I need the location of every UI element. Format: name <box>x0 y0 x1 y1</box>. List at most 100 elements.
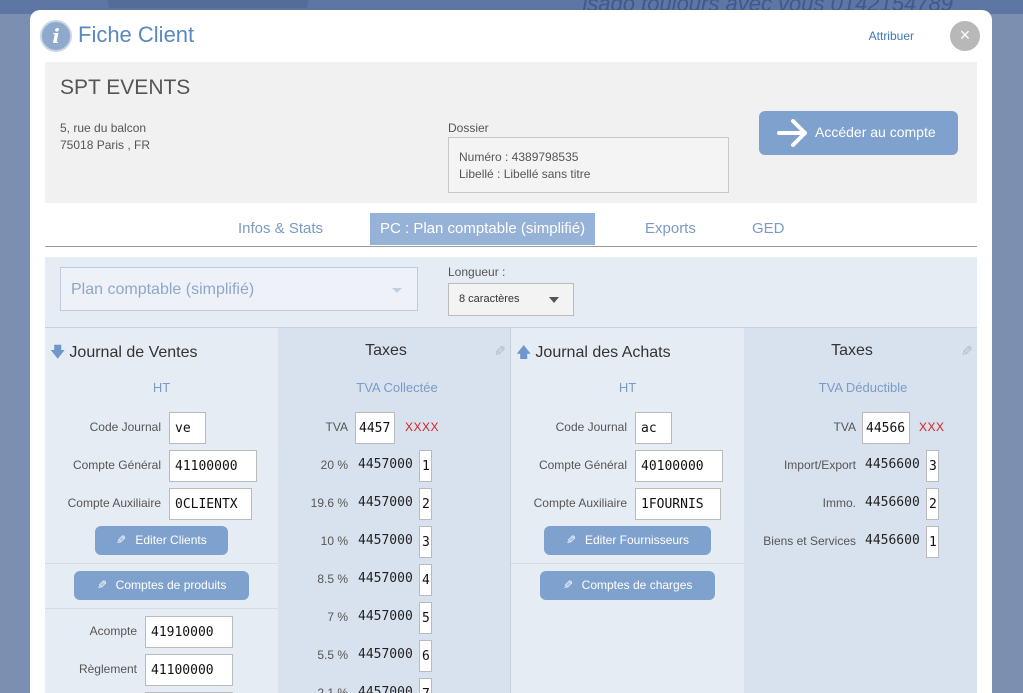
longueur-value: 8 caractères <box>459 293 520 305</box>
achats-title: 🡅 Journal des Achats <box>516 342 671 367</box>
tax-account-prefix: 4457000 <box>358 533 413 548</box>
tax-rate-row: Import/Export 4456600 3 <box>744 450 977 482</box>
comptes-charges-button[interactable]: ✎ Comptes de charges <box>540 571 715 600</box>
tax-rate-label: Import/Export <box>783 458 856 472</box>
tax-rate-row: 8.5 % 4457000 4 <box>278 564 510 596</box>
client-address: 5, rue du balcon 75018 Paris , FR <box>60 120 150 154</box>
tax-rate-row: 2.1 % 4457000 7 <box>278 678 510 693</box>
tax-rate-label: Immo. <box>822 496 856 510</box>
acompte-row: Acompte 41910000 <box>45 616 278 648</box>
pencil-icon: ✎ <box>96 578 107 592</box>
editer-fournisseurs-button[interactable]: ✎ Editer Fournisseurs <box>544 526 711 555</box>
tax-account-digit-input[interactable]: 5 <box>419 602 432 634</box>
dossier-libelle: Libellé : Libellé sans titre <box>459 167 591 181</box>
tab-plan-comptable[interactable]: PC : Plan comptable (simplifié) <box>370 213 596 245</box>
tax-rate-row: Immo. 4456600 2 <box>744 488 977 520</box>
tva-row: TVA 4457 XXXX <box>278 412 510 444</box>
code-journal-row: Code Journal ve <box>45 412 278 444</box>
compte-auxiliaire-row: Compte Auxiliaire 1FOURNIS <box>511 488 744 520</box>
tva-suffix: XXXX <box>405 420 440 434</box>
tab-exports[interactable]: Exports <box>635 213 706 245</box>
info-icon: i <box>40 20 72 52</box>
tab-infos-stats[interactable]: Infos & Stats <box>228 213 333 245</box>
close-icon[interactable]: × <box>950 21 980 51</box>
tab-ged[interactable]: GED <box>742 213 795 245</box>
tax-account-digit-input[interactable]: 3 <box>419 526 432 558</box>
achats-subtitle: HT <box>618 380 637 395</box>
divider <box>511 563 744 564</box>
tax-account-prefix: 4456600 <box>865 457 920 472</box>
arrow-up-icon: 🡅 <box>516 344 532 361</box>
tva-input[interactable]: 4457 <box>355 412 395 444</box>
client-name: SPT EVENTS <box>60 76 191 99</box>
access-account-button[interactable]: Accéder au compte <box>759 111 958 155</box>
dossier-box: Numéro : 4389798535 Libellé : Libellé sa… <box>448 137 729 193</box>
divider <box>45 608 278 609</box>
plan-select[interactable]: Plan comptable (simplifié) <box>60 267 418 311</box>
tax-account-prefix: 4457000 <box>358 495 413 510</box>
arrow-down-icon: 🡇 <box>50 344 66 361</box>
compte-auxiliaire-input[interactable]: 1FOURNIS <box>635 488 721 520</box>
compte-general-label: Compte Général <box>538 458 627 472</box>
dossier-label: Dossier <box>448 121 489 135</box>
tax-account-digit-input[interactable]: 6 <box>419 640 432 672</box>
tax-rate-row: 20 % 4457000 1 <box>278 450 510 482</box>
code-journal-input[interactable]: ve <box>169 412 206 444</box>
plan-comptable-panel: Plan comptable (simplifié) Longueur : 8 … <box>45 257 977 693</box>
taxes-ventes-title: Taxes <box>365 342 407 359</box>
tva-label: TVA <box>833 420 856 434</box>
pencil-icon[interactable]: ✎ <box>961 343 973 360</box>
tax-account-digit-input[interactable]: 1 <box>419 450 432 482</box>
tax-account-digit-input[interactable]: 2 <box>419 488 432 520</box>
chevron-down-icon <box>549 297 559 303</box>
editer-clients-button[interactable]: ✎ Editer Clients <box>95 526 228 555</box>
code-journal-row: Code Journal ac <box>511 412 744 444</box>
tax-account-prefix: 4456600 <box>865 533 920 548</box>
tax-account-digit-input[interactable]: 7 <box>419 678 432 693</box>
tax-rate-label: 7 % <box>327 610 348 624</box>
compte-general-input[interactable]: 40100000 <box>635 450 723 482</box>
pencil-icon: ✎ <box>562 578 573 592</box>
ventes-title: 🡇 Journal de Ventes <box>50 342 198 367</box>
editer-fournisseurs-label: Editer Fournisseurs <box>585 533 690 547</box>
reglement-label: Règlement <box>78 662 137 676</box>
tax-rate-label: 8.5 % <box>317 572 348 586</box>
acompte-label: Acompte <box>89 624 137 638</box>
tva-input[interactable]: 44566 <box>862 412 910 444</box>
tva-row: TVA 44566 XXX <box>744 412 977 444</box>
tax-account-prefix: 4457000 <box>358 609 413 624</box>
compte-auxiliaire-row: Compte Auxiliaire 0CLIENTX <box>45 488 278 520</box>
longueur-select[interactable]: 8 caractères <box>448 283 574 316</box>
divider <box>45 563 278 564</box>
comptes-charges-label: Comptes de charges <box>581 578 693 592</box>
tax-account-digit-input[interactable]: 2 <box>926 488 939 520</box>
comptes-produits-button[interactable]: ✎ Comptes de produits <box>74 571 249 600</box>
modal-header: i Fiche Client Attribuer × <box>30 10 992 62</box>
acompte-input[interactable]: 41910000 <box>145 616 233 648</box>
tax-account-prefix: 4456600 <box>865 495 920 510</box>
reglement-row: Règlement 41100000 <box>45 654 278 686</box>
journal-achats: 🡅 Journal des Achats HT Code Journal ac C… <box>511 328 744 693</box>
tab-bar: Infos & Stats PC : Plan comptable (simpl… <box>45 213 977 247</box>
compte-auxiliaire-input[interactable]: 0CLIENTX <box>169 488 252 520</box>
tax-account-prefix: 4457000 <box>358 571 413 586</box>
code-journal-input[interactable]: ac <box>635 412 672 444</box>
tax-rate-label: 10 % <box>320 534 348 548</box>
taxes-ventes: Taxes ✎ TVA Collectée TVA 4457 XXXX 20 %… <box>278 328 511 693</box>
compte-general-row: Compte Général 40100000 <box>511 450 744 482</box>
tax-account-digit-input[interactable]: 1 <box>926 526 939 558</box>
tax-account-digit-input[interactable]: 4 <box>419 564 432 596</box>
tax-account-digit-input[interactable]: 3 <box>926 450 939 482</box>
attribuer-link[interactable]: Attribuer <box>869 29 914 43</box>
arrow-right-icon <box>777 119 807 147</box>
address-line: 5, rue du balcon <box>60 121 147 135</box>
taxes-achats: Taxes ✎ TVA Déductible TVA 44566 XXX Imp… <box>744 328 977 693</box>
reglement-input[interactable]: 41100000 <box>145 654 233 686</box>
tax-account-prefix: 4457000 <box>358 685 413 693</box>
taxes-achats-title: Taxes <box>831 342 873 359</box>
pencil-icon[interactable]: ✎ <box>494 343 506 360</box>
client-summary: SPT EVENTS 5, rue du balcon 75018 Paris … <box>45 62 977 203</box>
compte-general-input[interactable]: 41100000 <box>169 450 257 482</box>
tax-rate-label: 20 % <box>320 458 348 472</box>
taxes-ventes-subtitle: TVA Collectée <box>356 380 438 395</box>
